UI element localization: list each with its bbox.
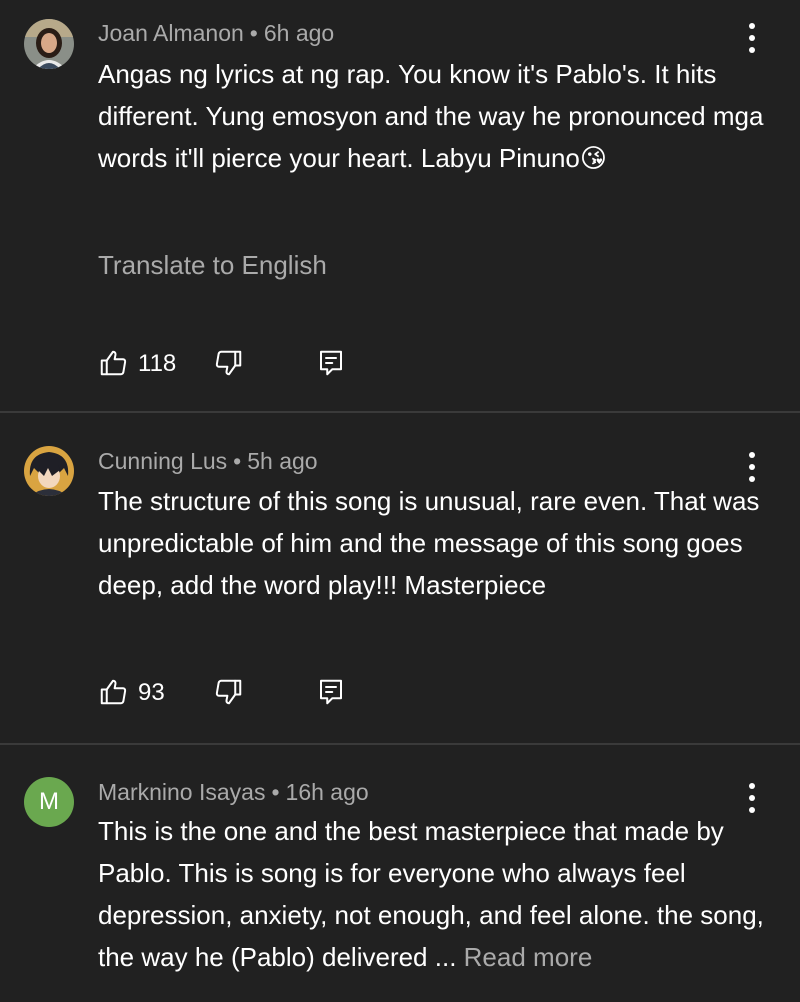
comment-2: Cunning Lus • 5h ago The structure of this… bbox=[0, 413, 800, 744]
like-icon[interactable] bbox=[98, 677, 132, 711]
separator: • bbox=[271, 779, 280, 805]
kiss-emoji: 😘 bbox=[579, 144, 607, 174]
comment-meta: Cunning Lus • 5h ago bbox=[98, 448, 318, 475]
like-count: 118 bbox=[138, 350, 177, 377]
comment-text: Angas ng lyrics at ng rap. You know it's… bbox=[98, 59, 764, 174]
avatar[interactable] bbox=[24, 446, 74, 496]
reply-icon[interactable] bbox=[316, 348, 350, 382]
separator: • bbox=[233, 448, 242, 474]
avatar[interactable]: M bbox=[24, 777, 74, 827]
avatar[interactable] bbox=[24, 19, 74, 69]
avatar-letter: M bbox=[39, 788, 59, 815]
timestamp[interactable]: 16h ago bbox=[286, 779, 369, 805]
timestamp[interactable]: 6h ago bbox=[264, 20, 334, 46]
comment-3: M Marknino Isayas • 16h ago This is the on… bbox=[0, 745, 800, 1002]
like-icon[interactable] bbox=[98, 348, 132, 382]
author-name[interactable]: Marknino Isayas bbox=[98, 779, 265, 805]
dislike-icon[interactable] bbox=[214, 348, 248, 382]
more-options-icon[interactable] bbox=[740, 20, 764, 56]
comment-text: The structure of this song is unusual, r… bbox=[98, 486, 760, 600]
read-more-link[interactable]: Read more bbox=[464, 942, 593, 972]
separator: • bbox=[249, 20, 258, 46]
comment-actions: 93 bbox=[98, 677, 358, 711]
author-name[interactable]: Joan Almanon bbox=[98, 20, 244, 46]
reply-icon[interactable] bbox=[316, 677, 350, 711]
comment-1: Joan Almanon • 6h ago Angas ng lyrics at n… bbox=[0, 0, 800, 412]
comment-meta: Marknino Isayas • 16h ago bbox=[98, 779, 369, 806]
like-count: 93 bbox=[138, 679, 165, 706]
comment-text: This is the one and the best masterpiece… bbox=[98, 816, 764, 972]
timestamp[interactable]: 5h ago bbox=[247, 448, 317, 474]
translate-link[interactable]: Translate to English bbox=[98, 250, 327, 281]
author-name[interactable]: Cunning Lus bbox=[98, 448, 227, 474]
dislike-icon[interactable] bbox=[214, 677, 248, 711]
comment-meta: Joan Almanon • 6h ago bbox=[98, 20, 334, 47]
comment-actions: 118 bbox=[98, 348, 358, 382]
